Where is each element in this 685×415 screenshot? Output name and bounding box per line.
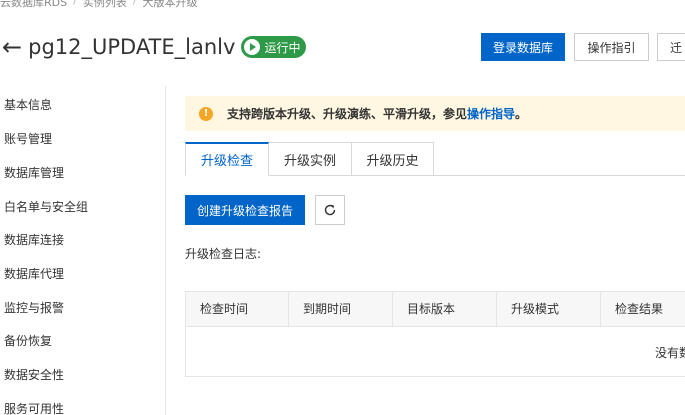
refresh-button[interactable] bbox=[315, 195, 345, 225]
sidebar-item-backup[interactable]: 备份恢复 bbox=[4, 332, 52, 349]
sidebar-item-availability[interactable]: 服务可用性 bbox=[4, 400, 64, 415]
running-icon bbox=[244, 39, 261, 55]
page-title: pg12_UPDATE_lanlv bbox=[28, 35, 236, 59]
sidebar-item-accounts[interactable]: 账号管理 bbox=[4, 130, 52, 147]
notice-text: 支持跨版本升级、升级演练、平滑升级，参见操作指导。 bbox=[227, 105, 527, 122]
upgrade-tabs: 升级检查 升级实例 升级历史 bbox=[185, 142, 434, 176]
tab-upgrade-instance[interactable]: 升级实例 bbox=[269, 142, 352, 176]
page: 云数据库RDS / 实例列表 / 大版本升级 ← pg12_UPDATE_lan… bbox=[0, 0, 685, 415]
notice-suffix: 。 bbox=[515, 107, 528, 121]
sidebar-item-databases[interactable]: 数据库管理 bbox=[4, 164, 64, 181]
refresh-icon bbox=[324, 204, 336, 216]
back-arrow-icon[interactable]: ← bbox=[2, 35, 22, 59]
column-expire-time[interactable]: 到期时间 bbox=[289, 292, 393, 327]
column-upgrade-mode[interactable]: 升级模式 bbox=[497, 292, 601, 327]
tabs-divider bbox=[434, 175, 685, 176]
upgrade-notice: ! 支持跨版本升级、升级演练、平滑升级，参见操作指导。 bbox=[185, 96, 685, 131]
column-check-time[interactable]: 检查时间 bbox=[186, 292, 289, 327]
breadcrumb-item[interactable]: 实例列表 bbox=[83, 0, 127, 9]
column-check-result[interactable]: 检查结果 bbox=[601, 292, 685, 327]
sidebar-item-security[interactable]: 数据安全性 bbox=[4, 366, 64, 383]
breadcrumb-separator: / bbox=[132, 0, 137, 7]
migrate-button[interactable]: 迁 bbox=[657, 33, 685, 61]
breadcrumb: 云数据库RDS / 实例列表 / 大版本升级 bbox=[0, 0, 198, 9]
status-badge: 运行中 bbox=[241, 36, 307, 58]
sidebar-item-monitoring[interactable]: 监控与报警 bbox=[4, 299, 64, 316]
status-label: 运行中 bbox=[264, 40, 301, 55]
operation-guide-button[interactable]: 操作指引 bbox=[574, 33, 649, 61]
table-header: 检查时间 到期时间 目标版本 升级模式 检查结果 bbox=[186, 292, 685, 327]
check-table: 检查时间 到期时间 目标版本 升级模式 检查结果 没有数 bbox=[185, 291, 685, 377]
notice-message: 支持跨版本升级、升级演练、平滑升级，参见 bbox=[227, 107, 468, 121]
page-header: ← pg12_UPDATE_lanlv 运行中 bbox=[0, 30, 307, 64]
create-check-report-button[interactable]: 创建升级检查报告 bbox=[185, 195, 305, 225]
sidebar-item-proxy[interactable]: 数据库代理 bbox=[4, 265, 64, 282]
tab-upgrade-check[interactable]: 升级检查 bbox=[185, 142, 269, 176]
warning-icon: ! bbox=[199, 106, 213, 121]
breadcrumb-item[interactable]: 云数据库RDS bbox=[0, 0, 67, 9]
sidebar: 基本信息 账号管理 数据库管理 白名单与安全组 数据库连接 数据库代理 监控与报… bbox=[0, 86, 166, 415]
operation-guide-link[interactable]: 操作指导 bbox=[467, 107, 515, 121]
table-empty-text: 没有数 bbox=[655, 346, 685, 360]
check-log-label: 升级检查日志: bbox=[185, 247, 262, 261]
column-target-version[interactable]: 目标版本 bbox=[393, 292, 497, 327]
login-database-button[interactable]: 登录数据库 bbox=[481, 33, 565, 61]
sidebar-item-connection[interactable]: 数据库连接 bbox=[4, 231, 64, 248]
sidebar-item-whitelist[interactable]: 白名单与安全组 bbox=[4, 198, 88, 215]
breadcrumb-item: 大版本升级 bbox=[142, 0, 198, 9]
tab-upgrade-history[interactable]: 升级历史 bbox=[352, 142, 434, 176]
breadcrumb-separator: / bbox=[73, 0, 77, 7]
sidebar-item-basic-info[interactable]: 基本信息 bbox=[4, 96, 52, 113]
